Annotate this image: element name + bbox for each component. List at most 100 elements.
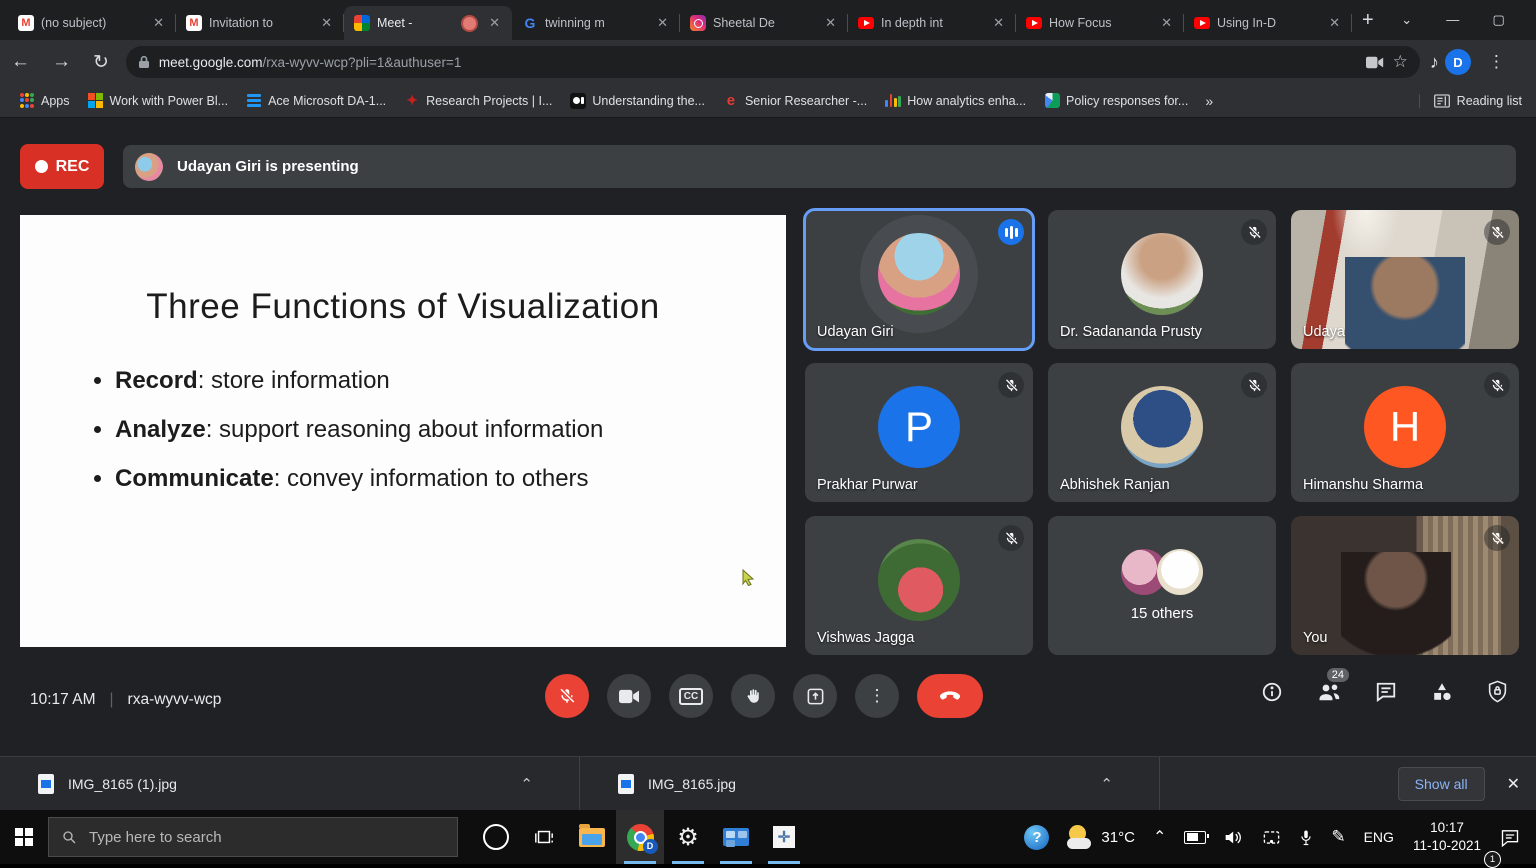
close-downloads-icon[interactable]: ✕: [1507, 774, 1520, 794]
show-all-downloads-button[interactable]: Show all: [1398, 767, 1485, 801]
bookmark-apps[interactable]: Apps: [10, 89, 79, 113]
mute-button[interactable]: [545, 674, 589, 718]
recording-badge[interactable]: REC: [20, 144, 104, 189]
bookmark-understanding[interactable]: Understanding the...: [561, 89, 714, 113]
bookmarks-overflow-icon[interactable]: »: [1197, 93, 1221, 109]
microphone-tray-button[interactable]: [1290, 810, 1322, 864]
close-icon[interactable]: ✕: [653, 14, 672, 32]
gmail-icon: M: [18, 15, 34, 31]
participant-tile-udayan-giri-video[interactable]: Udayan Giri: [1291, 210, 1519, 349]
participant-tile-abhishek-ranjan[interactable]: Abhishek Ranjan: [1048, 363, 1276, 502]
notification-center-button[interactable]: 1: [1491, 810, 1536, 864]
tab-google-search[interactable]: G twinning m ✕: [512, 6, 680, 40]
task-view-button[interactable]: [520, 810, 568, 864]
more-options-button[interactable]: ⋮: [855, 674, 899, 718]
bookmark-senior-researcher[interactable]: e Senior Researcher -...: [714, 89, 876, 113]
bookmark-policy-responses[interactable]: Policy responses for...: [1035, 89, 1197, 113]
participants-button[interactable]: 24: [1317, 681, 1341, 703]
address-bar[interactable]: meet.google.com/rxa-wyvv-wcp?pli=1&authu…: [126, 46, 1420, 78]
search-input[interactable]: [87, 828, 445, 847]
start-button[interactable]: [0, 810, 48, 864]
participant-tile-himanshu-sharma[interactable]: H Himanshu Sharma: [1291, 363, 1519, 502]
bookmark-how-analytics[interactable]: How analytics enha...: [876, 90, 1035, 112]
file-explorer-button[interactable]: [568, 810, 616, 864]
close-icon[interactable]: ✕: [149, 14, 168, 32]
window-minimize-button[interactable]: —: [1430, 0, 1476, 40]
tab-meet[interactable]: Meet - ✕: [344, 6, 512, 40]
activities-button[interactable]: [1431, 681, 1453, 703]
download-menu-chevron-icon[interactable]: ⌃: [520, 775, 533, 793]
reading-list-button[interactable]: Reading list: [1419, 94, 1536, 108]
cast-icon: [1262, 829, 1281, 846]
cast-tray-button[interactable]: [1253, 810, 1290, 864]
close-icon[interactable]: ✕: [1157, 14, 1176, 32]
lock-icon[interactable]: [138, 55, 150, 69]
back-button[interactable]: ←: [0, 51, 41, 73]
host-controls-button[interactable]: [1487, 680, 1508, 703]
participant-tile-others[interactable]: 15 others: [1048, 516, 1276, 655]
download-menu-chevron-icon[interactable]: ⌃: [1100, 775, 1113, 793]
close-icon[interactable]: ✕: [317, 14, 336, 32]
end-call-button[interactable]: [917, 674, 983, 718]
tab-gmail-invitation[interactable]: M Invitation to ✕: [176, 6, 344, 40]
tab-youtube-2[interactable]: How Focus ✕: [1016, 6, 1184, 40]
cortana-button[interactable]: [472, 810, 520, 864]
tableau-button[interactable]: ✛: [760, 810, 808, 864]
volume-tray-button[interactable]: [1215, 810, 1253, 864]
profile-avatar[interactable]: D: [1445, 49, 1471, 75]
participant-tile-vishwas-jagga[interactable]: Vishwas Jagga: [805, 516, 1033, 655]
participant-tile-sadananda-prusty[interactable]: Dr. Sadananda Prusty: [1048, 210, 1276, 349]
close-icon[interactable]: ✕: [485, 14, 504, 32]
participant-tile-prakhar-purwar[interactable]: P Prakhar Purwar: [805, 363, 1033, 502]
battery-tray-button[interactable]: [1175, 810, 1215, 864]
participant-tile-you[interactable]: You: [1291, 516, 1519, 655]
show-hidden-icons-button[interactable]: ⌃: [1144, 810, 1175, 864]
tab-instagram[interactable]: Sheetal De ✕: [680, 6, 848, 40]
window-restore-button[interactable]: ▢: [1476, 0, 1522, 40]
extension-music-icon[interactable]: ♪: [1430, 52, 1439, 73]
help-tray-button[interactable]: ?: [1015, 810, 1058, 864]
tab-youtube-3[interactable]: Using In-D ✕: [1184, 6, 1352, 40]
raise-hand-button[interactable]: [731, 674, 775, 718]
help-icon: ?: [1024, 825, 1049, 850]
pen-tray-button[interactable]: ✎: [1322, 810, 1354, 864]
tab-youtube-1[interactable]: In depth int ✕: [848, 6, 1016, 40]
meeting-details-button[interactable]: [1261, 681, 1283, 703]
chat-button[interactable]: [1375, 681, 1397, 703]
weather-tray-button[interactable]: 31°C: [1058, 810, 1144, 864]
captions-button[interactable]: CC: [669, 674, 713, 718]
taskbar-search[interactable]: [48, 817, 458, 857]
camera-in-use-icon[interactable]: [1366, 56, 1384, 69]
reload-button[interactable]: ↻: [82, 51, 120, 74]
mic-off-icon: [998, 525, 1024, 551]
bookmark-research-projects[interactable]: ✦ Research Projects | I...: [395, 89, 561, 113]
close-icon[interactable]: ✕: [821, 14, 840, 32]
language-tray-button[interactable]: ENG: [1355, 810, 1403, 864]
screen: M (no subject) ✕ M Invitation to ✕ Meet …: [0, 0, 1536, 864]
settings-button[interactable]: ⚙: [664, 810, 712, 864]
news-app-button[interactable]: [712, 810, 760, 864]
mic-off-icon: [1484, 525, 1510, 551]
clock-tray-button[interactable]: 10:17 11-10-2021: [1403, 810, 1491, 864]
tab-search-chevron-icon[interactable]: ⌄: [1384, 0, 1430, 40]
download-item-2[interactable]: IMG_8165.jpg ⌃: [580, 757, 1160, 811]
close-icon[interactable]: ✕: [989, 14, 1008, 32]
mouse-cursor: [742, 569, 755, 586]
url-text: meet.google.com/rxa-wyvv-wcp?pli=1&authu…: [159, 55, 1357, 70]
window-close-button[interactable]: ✕: [1522, 0, 1536, 40]
research-icon: ✦: [404, 93, 420, 109]
participant-tile-udayan-giri[interactable]: Udayan Giri: [805, 210, 1033, 349]
forward-button[interactable]: →: [41, 51, 82, 73]
presentation-slide[interactable]: Three Functions of Visualization Record:…: [20, 215, 786, 647]
tab-gmail-no-subject[interactable]: M (no subject) ✕: [8, 6, 176, 40]
bookmark-star-icon[interactable]: ☆: [1393, 52, 1408, 72]
present-button[interactable]: [793, 674, 837, 718]
new-tab-button[interactable]: +: [1352, 7, 1384, 34]
close-icon[interactable]: ✕: [1325, 14, 1344, 32]
camera-button[interactable]: [607, 674, 651, 718]
bookmark-ace-microsoft[interactable]: Ace Microsoft DA-1...: [237, 89, 395, 113]
browser-menu-icon[interactable]: ⋮: [1477, 52, 1516, 72]
bookmark-powerbi[interactable]: Work with Power Bl...: [79, 89, 238, 113]
chrome-taskbar-button[interactable]: D: [616, 810, 664, 864]
download-item-1[interactable]: IMG_8165 (1).jpg ⌃: [0, 757, 580, 811]
